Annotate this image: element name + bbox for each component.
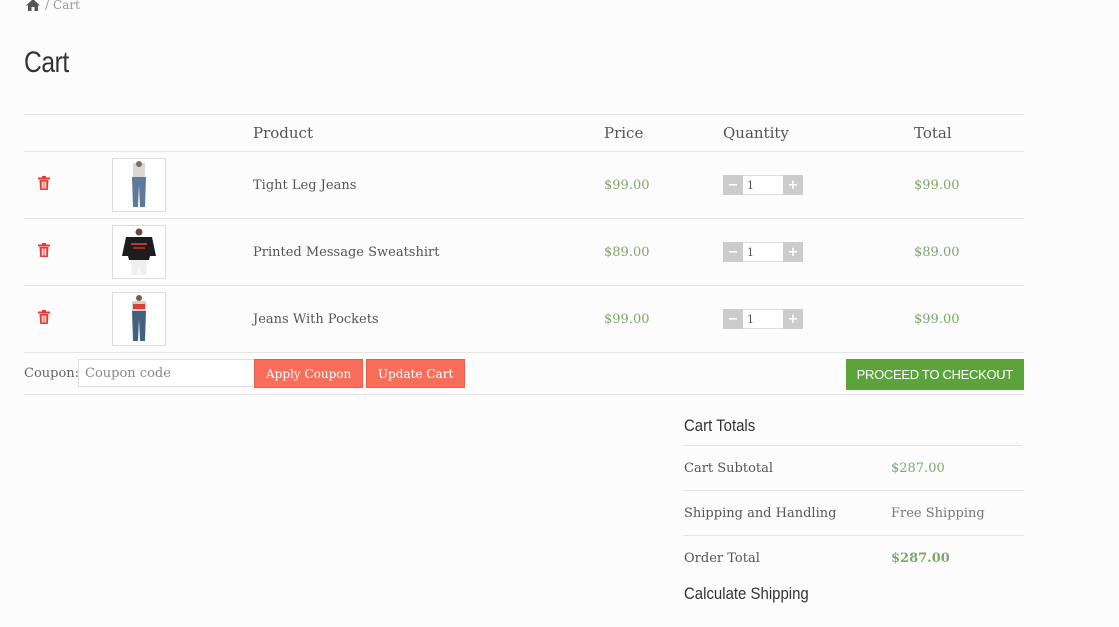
trash-icon[interactable] — [36, 242, 112, 262]
header-total: Total — [914, 114, 1024, 152]
coupon-label: Coupon: — [24, 366, 80, 381]
shipping-label: Shipping and Handling — [684, 505, 837, 521]
cart-totals: Cart Totals Cart Subtotal $287.00 Shippi… — [684, 412, 1024, 608]
subtotal-label: Cart Subtotal — [684, 460, 774, 476]
table-header-row: Product Price Quantity Total — [24, 114, 1024, 152]
line-total: $99.00 — [914, 151, 1024, 219]
quantity-stepper: − + — [723, 175, 914, 195]
shipping-value: Free Shipping — [891, 505, 985, 521]
qty-input[interactable] — [743, 242, 783, 262]
product-price: $99.00 — [604, 151, 723, 219]
table-row: Jeans With Pockets $99.00 − + $99.00 — [24, 285, 1024, 353]
breadcrumb-separator: / — [45, 0, 50, 12]
table-row: Tight Leg Jeans $99.00 − + $99.00 — [24, 151, 1024, 219]
cart-table: Product Price Quantity Total Tight Leg J… — [24, 114, 1024, 353]
coupon-code-input[interactable] — [78, 359, 256, 387]
table-row: Printed Message Sweatshirt $89.00 − + $8… — [24, 218, 1024, 286]
header-quantity: Quantity — [723, 114, 914, 152]
qty-input[interactable] — [743, 309, 783, 329]
trash-icon[interactable] — [36, 175, 112, 195]
product-name[interactable]: Tight Leg Jeans — [253, 151, 604, 219]
header-price: Price — [604, 114, 723, 152]
product-price: $89.00 — [604, 218, 723, 286]
trash-icon[interactable] — [36, 309, 112, 329]
order-total-row: Order Total $287.00 — [684, 536, 1024, 580]
shipping-row: Shipping and Handling Free Shipping — [684, 491, 1024, 536]
product-thumbnail[interactable] — [112, 158, 166, 212]
page-title: Cart — [24, 46, 69, 79]
proceed-to-checkout-button[interactable]: PROCEED TO CHECKOUT — [845, 359, 1024, 390]
apply-coupon-button[interactable]: Apply Coupon — [254, 359, 364, 388]
header-thumbnail — [112, 114, 253, 152]
qty-plus-button[interactable]: + — [783, 242, 803, 262]
cart-totals-title: Cart Totals — [684, 412, 1023, 446]
cart-actions: Coupon: Apply Coupon Update Cart PROCEED… — [24, 352, 1024, 395]
header-product: Product — [253, 114, 604, 152]
breadcrumb-current: Cart — [53, 0, 80, 12]
order-total-value: $287.00 — [891, 550, 950, 566]
order-total-label: Order Total — [684, 550, 760, 566]
quantity-stepper: − + — [723, 309, 914, 329]
subtotal-value: $287.00 — [891, 460, 945, 476]
product-name[interactable]: Printed Message Sweatshirt — [253, 218, 604, 286]
line-total: $99.00 — [914, 285, 1024, 353]
product-name[interactable]: Jeans With Pockets — [253, 285, 604, 353]
calculate-shipping-title[interactable]: Calculate Shipping — [684, 580, 983, 608]
update-cart-button[interactable]: Update Cart — [366, 359, 466, 388]
header-remove — [24, 114, 112, 152]
qty-input[interactable] — [743, 175, 783, 195]
home-icon[interactable] — [25, 0, 41, 12]
quantity-stepper: − + — [723, 242, 914, 262]
qty-minus-button[interactable]: − — [723, 242, 743, 262]
subtotal-row: Cart Subtotal $287.00 — [684, 446, 1024, 491]
product-price: $99.00 — [604, 285, 723, 353]
qty-minus-button[interactable]: − — [723, 175, 743, 195]
product-thumbnail[interactable] — [112, 292, 166, 346]
qty-plus-button[interactable]: + — [783, 309, 803, 329]
qty-minus-button[interactable]: − — [723, 309, 743, 329]
line-total: $89.00 — [914, 218, 1024, 286]
product-thumbnail[interactable] — [112, 225, 166, 279]
breadcrumb: / Cart — [25, 0, 80, 12]
qty-plus-button[interactable]: + — [783, 175, 803, 195]
